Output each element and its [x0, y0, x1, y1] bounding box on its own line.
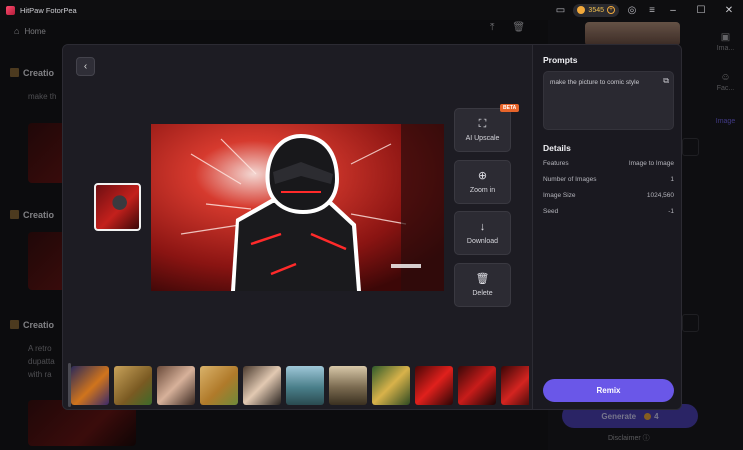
chat-icon[interactable]: ▭	[553, 3, 567, 17]
app-window: HitPaw FotorPea ▭ 3545 + ◎ ≡ – ☐ ✕ ⌂ Hom…	[0, 0, 743, 450]
thumbnail-strip	[71, 366, 529, 406]
download-icon: ↓	[479, 221, 486, 233]
credits-badge[interactable]: 3545 +	[573, 3, 619, 17]
app-title: HitPaw FotorPea	[20, 5, 77, 15]
selected-thumbnail[interactable]	[94, 183, 141, 231]
remix-button[interactable]: Remix	[543, 379, 674, 402]
title-bar-controls: ▭ 3545 + ◎ ≡ – ☐ ✕	[547, 0, 743, 20]
detail-row-number-of-images: Number of Images 1	[543, 176, 674, 183]
add-credits-icon[interactable]: +	[607, 6, 615, 14]
image-viewer: ‹ ⛶ AI Upscale BETA ⊕ Zoom in ↓ Download…	[63, 45, 532, 409]
minimize-button[interactable]: –	[659, 0, 687, 20]
account-icon[interactable]: ◎	[625, 3, 639, 17]
back-button[interactable]: ‹	[76, 57, 95, 76]
ai-upscale-icon: ⛶	[478, 118, 487, 130]
history-thumbnail[interactable]	[458, 366, 496, 405]
ai-upscale-button[interactable]: ⛶ AI Upscale	[454, 108, 511, 152]
history-thumbnail[interactable]	[329, 366, 367, 405]
copy-icon[interactable]: ⧉	[663, 76, 669, 86]
history-thumbnail[interactable]	[372, 366, 410, 405]
coin-icon	[577, 6, 586, 14]
title-bar: HitPaw FotorPea ▭ 3545 + ◎ ≡ – ☐ ✕	[0, 0, 743, 20]
delete-icon: 🗑	[475, 273, 490, 285]
menu-icon[interactable]: ≡	[645, 3, 659, 17]
app-logo-icon	[6, 5, 15, 15]
close-window-button[interactable]: ✕	[715, 0, 743, 20]
history-thumbnail[interactable]	[157, 366, 195, 405]
zoom-in-button[interactable]: ⊕ Zoom in	[454, 160, 511, 204]
maximize-button[interactable]: ☐	[687, 0, 715, 20]
history-thumbnail[interactable]	[200, 366, 238, 405]
prompt-box: make the picture to comic style ⧉	[543, 71, 674, 130]
chevron-left-icon: ‹	[83, 61, 88, 72]
detail-row-features: Features Image to Image	[543, 160, 674, 167]
details-title: Details	[543, 143, 571, 153]
history-thumbnail[interactable]	[415, 366, 453, 405]
history-thumbnail[interactable]	[71, 366, 109, 405]
delete-button[interactable]: 🗑 Delete	[454, 263, 511, 307]
download-button[interactable]: ↓ Download	[454, 211, 511, 255]
image-detail-modal: ‹ ⛶ AI Upscale BETA ⊕ Zoom in ↓ Download…	[62, 44, 682, 410]
history-thumbnail[interactable]	[286, 366, 324, 405]
history-thumbnail[interactable]	[501, 366, 529, 405]
generated-image	[151, 124, 444, 291]
credits-count: 3545	[588, 6, 604, 14]
detail-row-image-size: Image Size 1024,560	[543, 192, 674, 199]
details-panel: Prompts make the picture to comic style …	[532, 45, 681, 409]
zoom-in-icon: ⊕	[477, 170, 488, 182]
history-thumbnail[interactable]	[243, 366, 281, 405]
history-thumbnail[interactable]	[114, 366, 152, 405]
beta-badge: BETA	[500, 104, 520, 112]
prompt-text: make the picture to comic style	[550, 79, 640, 86]
prompts-title: Prompts	[543, 55, 578, 65]
detail-row-seed: Seed -1	[543, 208, 674, 215]
comic-robot-illustration	[151, 124, 444, 291]
